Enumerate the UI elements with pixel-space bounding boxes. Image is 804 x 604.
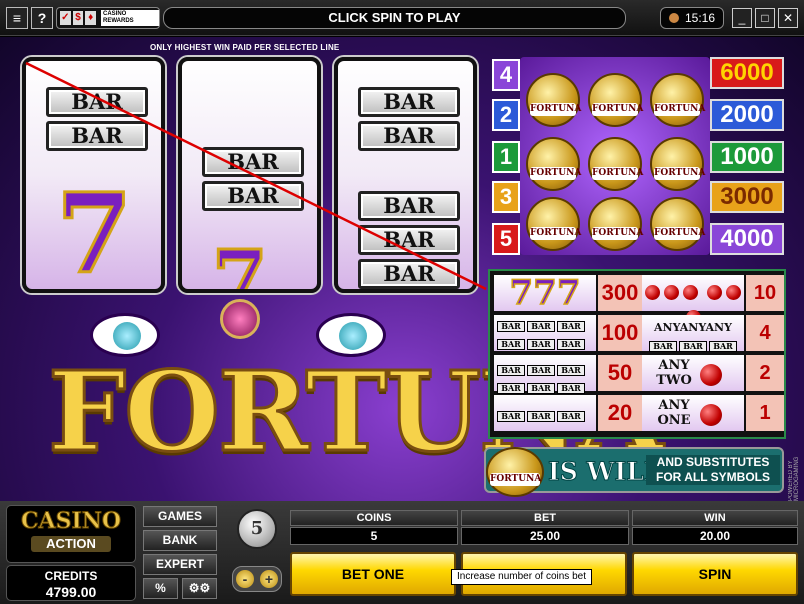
coin-label: FORTUNA (530, 167, 582, 180)
cherry-icon (664, 285, 680, 300)
help-button[interactable]: ? (31, 7, 53, 29)
pay-value: 300 (598, 275, 642, 311)
check-icon: ✓ (60, 11, 71, 25)
casino-action-logo: CASINO ACTION (6, 505, 136, 563)
cherry-icon (645, 285, 661, 300)
coins-label: COINS (290, 510, 458, 526)
pay-value: 4 (746, 315, 784, 351)
pay-value: 100 (598, 315, 642, 351)
pay-value: 10 (746, 275, 784, 311)
fortuna-coin-icon: FORTUNA (588, 73, 644, 127)
any-two-cherries-symbol: ANY TWO (642, 355, 744, 391)
coin-label: FORTUNA (592, 103, 644, 116)
gears-icon[interactable]: ⚙⚙ (182, 578, 217, 599)
three-cherries-symbol (642, 275, 744, 325)
percent-button[interactable]: % (143, 578, 178, 599)
credits-label: CREDITS (44, 569, 98, 583)
clock-time: 15:16 (685, 11, 716, 25)
cash-icon: $ (72, 11, 84, 25)
tooltip: Increase number of coins bet (451, 569, 592, 585)
cherry-icon (725, 285, 741, 300)
top-bar: ≡ ? ✓ $ ♦ CASINO REWARDS CLICK SPIN TO P… (0, 0, 804, 36)
fortuna-coin-icon: FORTUNA (650, 73, 706, 127)
triple-seven-symbol: 777 (494, 274, 596, 312)
paytable-row: BAR BAR BAR 20 ANY ONE 1 (494, 395, 784, 433)
minimize-button[interactable]: _ (732, 8, 752, 28)
paytable: 777 300 10 BARBARBAR BARBARBAR BARBARBAR… (488, 269, 786, 439)
coin-label: FORTUNA (592, 227, 644, 240)
casino-rewards-button[interactable]: ✓ $ ♦ CASINO REWARDS (56, 7, 160, 29)
coin-size-chip[interactable]: 5 (237, 509, 277, 549)
gift-icon: ♦ (85, 11, 97, 25)
payline-5-label[interactable]: 5 (492, 223, 520, 255)
fortuna-coin-icon: FORTUNA (486, 447, 544, 497)
clock-icon (669, 13, 679, 23)
fortuna-coin-icon: FORTUNA (526, 197, 582, 251)
any-bar-symbol: ANYANYANY BAR BAR BAR (642, 315, 744, 352)
payline-2-jackpot: 2000 (710, 99, 784, 131)
paytable-row: BAR BAR BAR BAR BAR BAR 50 ANY TWO 2 (494, 355, 784, 394)
triple-bar-symbol: BARBARBAR BARBARBAR BARBARBAR (494, 315, 596, 368)
payline-3-jackpot: 3000 (710, 181, 784, 213)
fortuna-coin-icon: FORTUNA (526, 137, 582, 191)
win-label: WIN (632, 510, 798, 526)
cherry-icon (700, 404, 722, 426)
payline-1-jackpot: 1000 (710, 141, 784, 173)
decrease-coins-button[interactable]: - (236, 570, 254, 588)
payline-4-jackpot: 6000 (710, 57, 784, 89)
coin-label: FORTUNA (654, 227, 706, 240)
fortuna-coin-icon: FORTUNA (650, 197, 706, 251)
payline-1-label[interactable]: 1 (492, 141, 520, 173)
any-one-cherry-symbol: ANY ONE (642, 395, 744, 431)
single-bar-symbol: BAR BAR BAR (494, 395, 596, 431)
coin-label: FORTUNA (530, 103, 582, 116)
win-value: 20.00 (632, 527, 798, 545)
paytable-row: BARBARBAR BARBARBAR BARBARBAR 100 ANYANY… (494, 315, 784, 368)
menu-icon[interactable]: ≡ (6, 7, 28, 29)
pay-value: 2 (746, 355, 784, 391)
spin-button[interactable]: SPIN (632, 552, 798, 596)
paytable-row: 777 300 10 (494, 274, 784, 325)
bet-label: BET (461, 510, 629, 526)
games-button[interactable]: GAMES (143, 506, 217, 527)
powered-by-text: POWERED BY MICROGAMING (788, 456, 800, 501)
bet-value: 25.00 (461, 527, 629, 545)
payline-5-jackpot: 4000 (710, 223, 784, 255)
game-area: ONLY HIGHEST WIN PAID PER SELECTED LINE … (0, 37, 804, 501)
fortuna-coin-icon: FORTUNA (588, 137, 644, 191)
fortuna-coin-icon: FORTUNA (588, 197, 644, 251)
coin-adjust: - + (232, 566, 282, 592)
cherry-icon (706, 285, 722, 300)
wild-banner: FORTUNA IS WILD AND SUBSTITUTES FOR ALL … (484, 447, 784, 497)
payline-4-label[interactable]: 4 (492, 59, 520, 91)
fortuna-coin-icon: FORTUNA (650, 137, 706, 191)
credits-display: CREDITS 4799.00 (6, 565, 136, 601)
maximize-button[interactable]: □ (755, 8, 775, 28)
coin-label: FORTUNA (654, 103, 706, 116)
pay-value: 1 (746, 395, 784, 431)
pay-value: 50 (598, 355, 642, 391)
double-bar-symbol: BAR BAR BAR BAR BAR BAR (494, 355, 596, 394)
bank-button[interactable]: BANK (143, 530, 217, 551)
coin-label: FORTUNA (592, 167, 644, 180)
bet-one-button[interactable]: BET ONE (290, 552, 456, 596)
message-bar: CLICK SPIN TO PLAY (163, 7, 626, 29)
payline-3-label[interactable]: 3 (492, 181, 520, 213)
pay-value: 20 (598, 395, 642, 431)
coin-label: FORTUNA (530, 227, 582, 240)
cherry-icon (700, 364, 722, 386)
payline-2-label[interactable]: 2 (492, 99, 520, 131)
increase-coins-button[interactable]: + (260, 570, 278, 588)
clock: 15:16 (660, 7, 724, 29)
coin-label: FORTUNA (654, 167, 706, 180)
rewards-label: CASINO REWARDS (101, 10, 160, 26)
close-button[interactable]: ✕ (778, 8, 798, 28)
coins-value: 5 (290, 527, 458, 545)
expert-button[interactable]: EXPERT (143, 554, 217, 575)
fortuna-coin-icon: FORTUNA (526, 73, 582, 127)
cherry-icon (683, 285, 699, 300)
wild-subtitle: AND SUBSTITUTES FOR ALL SYMBOLS (646, 455, 780, 485)
credits-value: 4799.00 (45, 584, 97, 600)
